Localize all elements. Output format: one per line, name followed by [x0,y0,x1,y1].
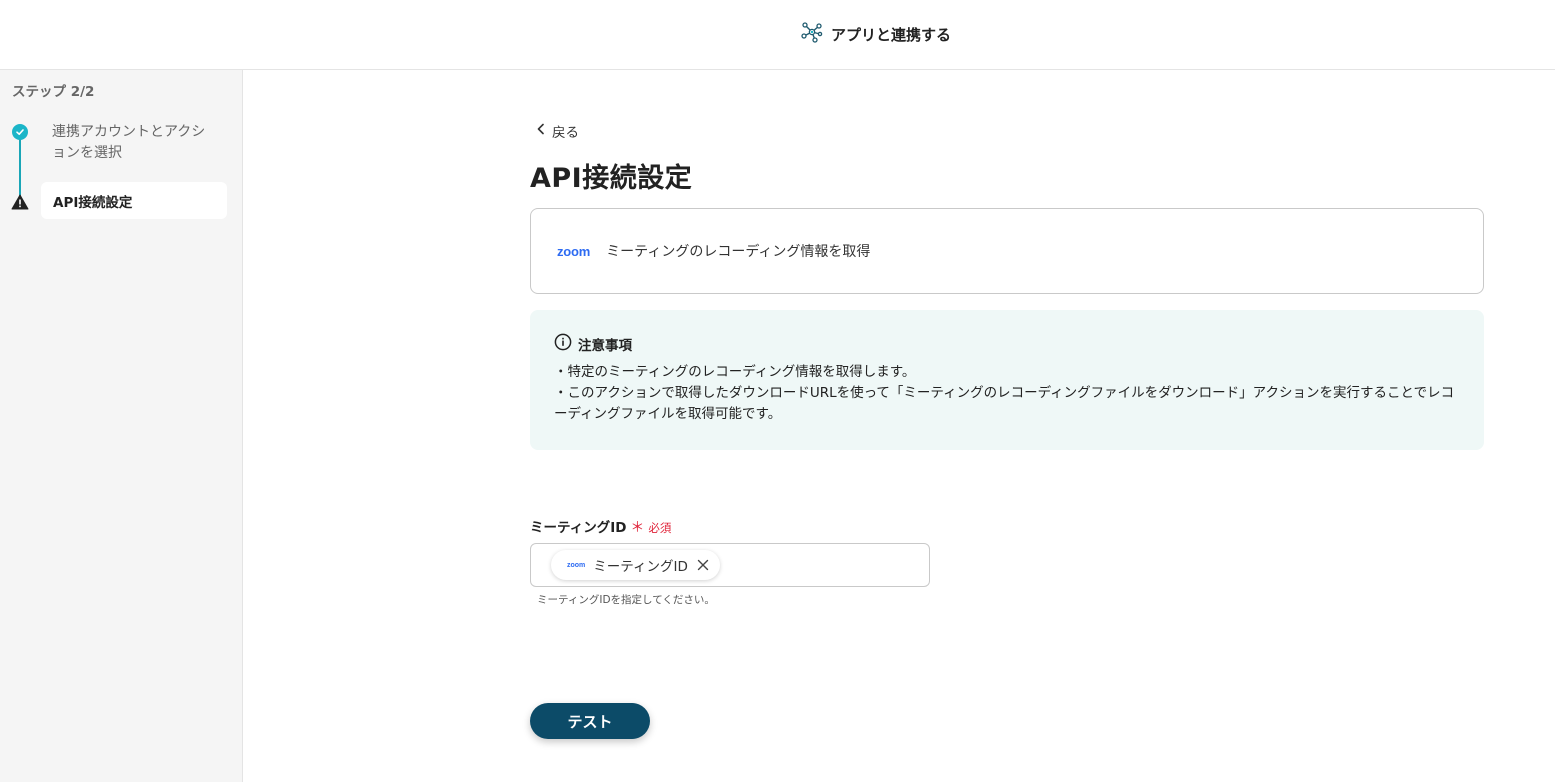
test-button[interactable]: テスト [530,703,650,739]
action-label: ミーティングのレコーディング情報を取得 [606,244,871,260]
field-label-text: ミーティングID [530,520,627,536]
zoom-logo-icon: zoom [557,243,591,259]
check-icon [12,124,28,140]
notice-heading-row: 注意事項 [554,333,1460,355]
notice-heading: 注意事項 [578,338,632,354]
zoom-logo-icon: zoom [567,561,586,569]
sidebar-step-api-settings[interactable]: API接続設定 [41,182,227,219]
header-title: アプリと連携する [831,25,952,44]
info-icon [554,333,572,355]
notice-box: 注意事項 ・特定のミーティングのレコーディング情報を取得します。 ・このアクショ… [530,310,1484,450]
notice-line: ・このアクションで取得したダウンロードURLを使って「ミーティングのレコーディン… [554,385,1455,422]
meeting-id-chip[interactable]: zoom ミーティングID [551,550,720,580]
notice-body: ・特定のミーティングのレコーディング情報を取得します。 ・このアクションで取得し… [554,362,1460,425]
back-link[interactable]: 戻る [536,121,579,141]
warning-icon [11,194,29,210]
selected-action-card: zoom ミーティングのレコーディング情報を取得 [530,208,1484,294]
sidebar-step-select-account[interactable]: 連携アカウントとアクションを選択 [52,122,217,164]
required-asterisk: ＊ [630,520,645,536]
notice-line: ・特定のミーティングのレコーディング情報を取得します。 [554,364,916,380]
chip-label: ミーティングID [593,559,688,575]
sidebar: ステップ 2/2 連携アカウントとアクションを選択 API接続設定 [0,70,243,782]
sidebar-step-label: API接続設定 [53,194,133,211]
step-counter: ステップ 2/2 [12,84,95,100]
network-nodes-icon [801,21,823,47]
close-icon[interactable] [696,558,710,572]
top-bar: アプリと連携する [0,0,1555,70]
chevron-left-icon [536,123,546,139]
step-connector-line [19,134,21,202]
meeting-id-label: ミーティングID ＊ 必須 [530,516,671,537]
header-title-group: アプリと連携する [801,20,951,48]
meeting-id-input[interactable]: zoom ミーティングID [530,543,930,587]
field-hint: ミーティングIDを指定してください。 [537,594,715,606]
page-title: API接続設定 [530,163,693,194]
required-text: 必須 [648,521,672,535]
back-label: 戻る [552,125,579,141]
